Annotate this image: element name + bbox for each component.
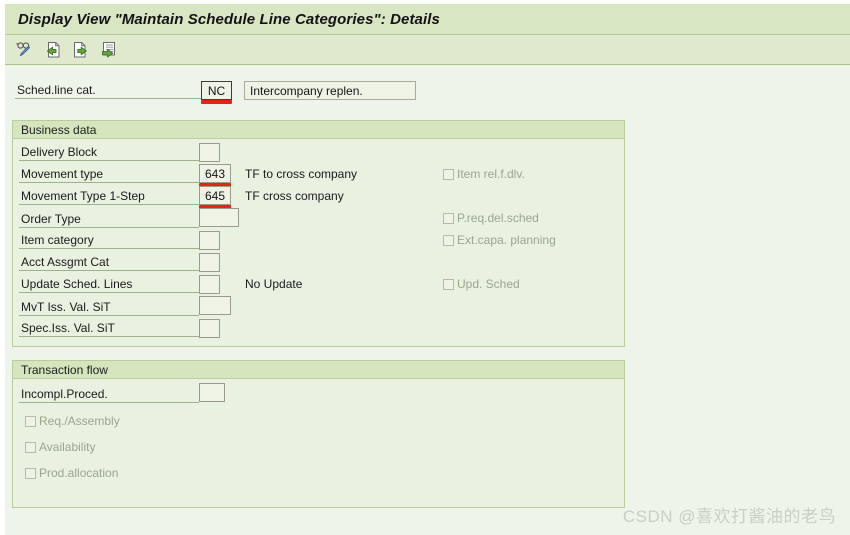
input-movement-type[interactable]: 643 (199, 164, 231, 183)
input-item-category[interactable] (199, 231, 220, 250)
checkbox-ext-capa-planning[interactable]: Ext.capa. planning (443, 233, 556, 247)
business-data-panel: Business data Delivery Block Movement ty… (12, 120, 625, 347)
checkbox-box-icon (443, 168, 454, 180)
checkbox-box-icon (25, 467, 36, 479)
display-change-icon[interactable] (14, 39, 36, 61)
label-incompl-proced: Incompl.Proced. (19, 386, 199, 403)
input-incompl-proced[interactable] (199, 383, 225, 402)
label-delivery-block: Delivery Block (19, 144, 199, 161)
previous-entry-icon[interactable] (42, 39, 64, 61)
checkbox-box-icon (443, 234, 454, 246)
label-update-sched-lines: Update Sched. Lines (19, 276, 199, 293)
checkbox-p-req-del-sched[interactable]: P.req.del.sched (443, 211, 539, 225)
label-spec-iss-val-sit: Spec.Iss. Val. SiT (19, 320, 199, 337)
sap-window: Display View "Maintain Schedule Line Cat… (0, 0, 850, 535)
checkbox-box-icon (25, 415, 36, 427)
label-movement-type: Movement type (19, 166, 199, 183)
label-item-category: Item category (19, 232, 199, 249)
sched-line-cat-input[interactable]: NC (201, 81, 232, 100)
details-icon[interactable] (98, 39, 120, 61)
next-entry-icon[interactable] (70, 39, 92, 61)
checkbox-box-icon (25, 441, 36, 453)
row-acct-assgmt-cat: Acct Assgmt Cat (13, 252, 624, 274)
transaction-flow-title: Transaction flow (13, 361, 624, 379)
row-spec-iss-val-sit: Spec.Iss. Val. SiT (13, 318, 624, 340)
checkbox-prod-allocation[interactable]: Prod.allocation (25, 466, 118, 480)
title-bar: Display View "Maintain Schedule Line Cat… (5, 4, 850, 35)
business-data-title: Business data (13, 121, 624, 139)
toolbar (5, 35, 850, 65)
input-delivery-block[interactable] (199, 143, 220, 162)
input-mvt-iss-val-sit[interactable] (199, 296, 231, 315)
input-update-sched-lines[interactable] (199, 275, 220, 294)
input-movement-type-1step[interactable]: 645 (199, 186, 231, 205)
label-mvt-iss-val-sit: MvT Iss. Val. SiT (19, 299, 199, 316)
input-spec-iss-val-sit[interactable] (199, 319, 220, 338)
sched-line-cat-label: Sched.line cat. (15, 82, 201, 99)
row-movement-type: Movement type 643 TF to cross company (13, 164, 624, 187)
checkbox-req-assembly[interactable]: Req./Assembly (25, 414, 120, 428)
row-update-sched-lines: Update Sched. Lines No Update (13, 274, 624, 296)
watermark: CSDN @喜欢打酱油的老鸟 (622, 507, 836, 526)
transaction-flow-panel: Transaction flow Incompl.Proced. Req./As… (12, 360, 625, 508)
sidetext-update-sched-lines: No Update (245, 277, 303, 291)
row-movement-type-1step: Movement Type 1-Step 645 TF cross compan… (13, 186, 624, 209)
sidetext-movement-type: TF to cross company (245, 167, 358, 181)
sidetext-movement-type-1step: TF cross company (245, 189, 344, 203)
sched-line-cat-row: Sched.line cat. NC Intercompany replen. (12, 79, 632, 104)
input-order-type[interactable] (199, 208, 239, 227)
content-area: Sched.line cat. NC Intercompany replen. … (5, 66, 850, 535)
page-title: Display View "Maintain Schedule Line Cat… (18, 10, 440, 28)
checkbox-item-rel-f-dlv[interactable]: Item rel.f.dlv. (443, 167, 525, 181)
row-delivery-block: Delivery Block (13, 142, 624, 164)
business-data-body: Delivery Block Movement type 643 TF to c… (13, 139, 624, 346)
checkbox-upd-sched[interactable]: Upd. Sched (443, 277, 520, 291)
sched-line-cat-annotation (201, 100, 232, 104)
label-acct-assgmt-cat: Acct Assgmt Cat (19, 254, 199, 271)
input-acct-assgmt-cat[interactable] (199, 253, 220, 272)
label-movement-type-1step: Movement Type 1-Step (19, 188, 199, 205)
row-mvt-iss-val-sit: MvT Iss. Val. SiT (13, 296, 624, 318)
checkbox-box-icon (443, 278, 454, 290)
checkbox-box-icon (443, 212, 454, 224)
checkbox-availability[interactable]: Availability (25, 440, 95, 454)
label-order-type: Order Type (19, 211, 199, 228)
transaction-flow-body: Incompl.Proced. Req./Assembly Availabili… (13, 379, 624, 507)
sched-line-cat-description[interactable]: Intercompany replen. (244, 81, 416, 100)
row-incompl-proced: Incompl.Proced. (13, 383, 624, 405)
